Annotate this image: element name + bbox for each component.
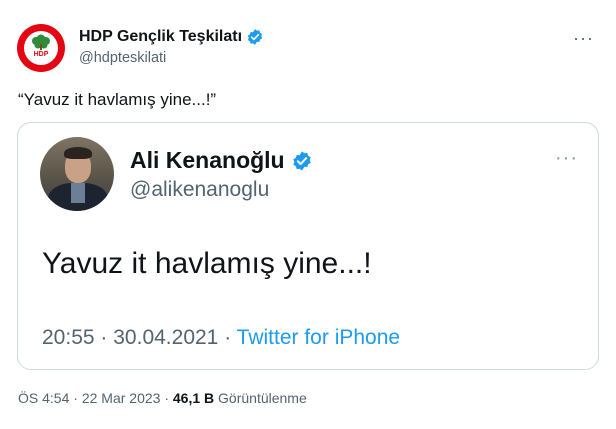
attached-image[interactable]: Ali Kenanoğlu @alikenanoglu ··· Yavuz it…	[17, 122, 599, 370]
tweet-text: “Yavuz it havlamış yine...!”	[18, 90, 217, 109]
avatar-hair-shape	[64, 147, 92, 159]
author-name-row: HDP Gençlik Teşkilatı	[79, 28, 264, 46]
quoted-source: Twitter for iPhone	[236, 326, 401, 349]
author-name[interactable]: HDP Gençlik Teşkilatı	[79, 28, 242, 46]
quoted-text: Yavuz it havlamış yine...!	[42, 247, 372, 280]
quoted-separator-1: ·	[100, 326, 108, 349]
views-count: 46,1 B	[172, 390, 215, 406]
quoted-meta: 20:55 · 30.04.2021 · Twitter for iPhone	[42, 326, 400, 350]
meta-separator-1: ·	[73, 390, 78, 406]
tweet-time[interactable]: ÖS 4:54	[18, 390, 69, 406]
tree-logo-icon	[32, 34, 50, 50]
quoted-avatar	[40, 137, 114, 211]
meta-separator-2: ·	[164, 390, 169, 406]
quoted-time: 20:55	[42, 326, 95, 349]
avatar-shirt-shape	[71, 183, 85, 203]
quoted-more-icon: ···	[555, 147, 578, 169]
tweet-date[interactable]: 22 Mar 2023	[82, 390, 161, 406]
quoted-verified-badge-icon	[292, 150, 311, 171]
avatar-logo-bg: HDP	[24, 31, 58, 65]
verified-badge-icon[interactable]	[246, 28, 264, 46]
quoted-date: 30.04.2021	[113, 326, 219, 349]
quoted-name-row: Ali Kenanoğlu	[130, 147, 313, 174]
tweet-meta: ÖS 4:54 · 22 Mar 2023 · 46,1 B Görüntüle…	[18, 390, 307, 406]
author-avatar[interactable]: HDP	[17, 24, 65, 72]
quoted-name: Ali Kenanoğlu	[130, 147, 285, 173]
quoted-handle: @alikenanoglu	[130, 178, 270, 201]
author-handle[interactable]: @hdpteskilati	[79, 50, 166, 66]
more-options-icon[interactable]: ···	[573, 28, 594, 49]
views-label: Görüntülenme	[218, 390, 307, 406]
avatar-label: HDP	[33, 51, 49, 58]
quoted-separator-2: ·	[224, 326, 232, 349]
